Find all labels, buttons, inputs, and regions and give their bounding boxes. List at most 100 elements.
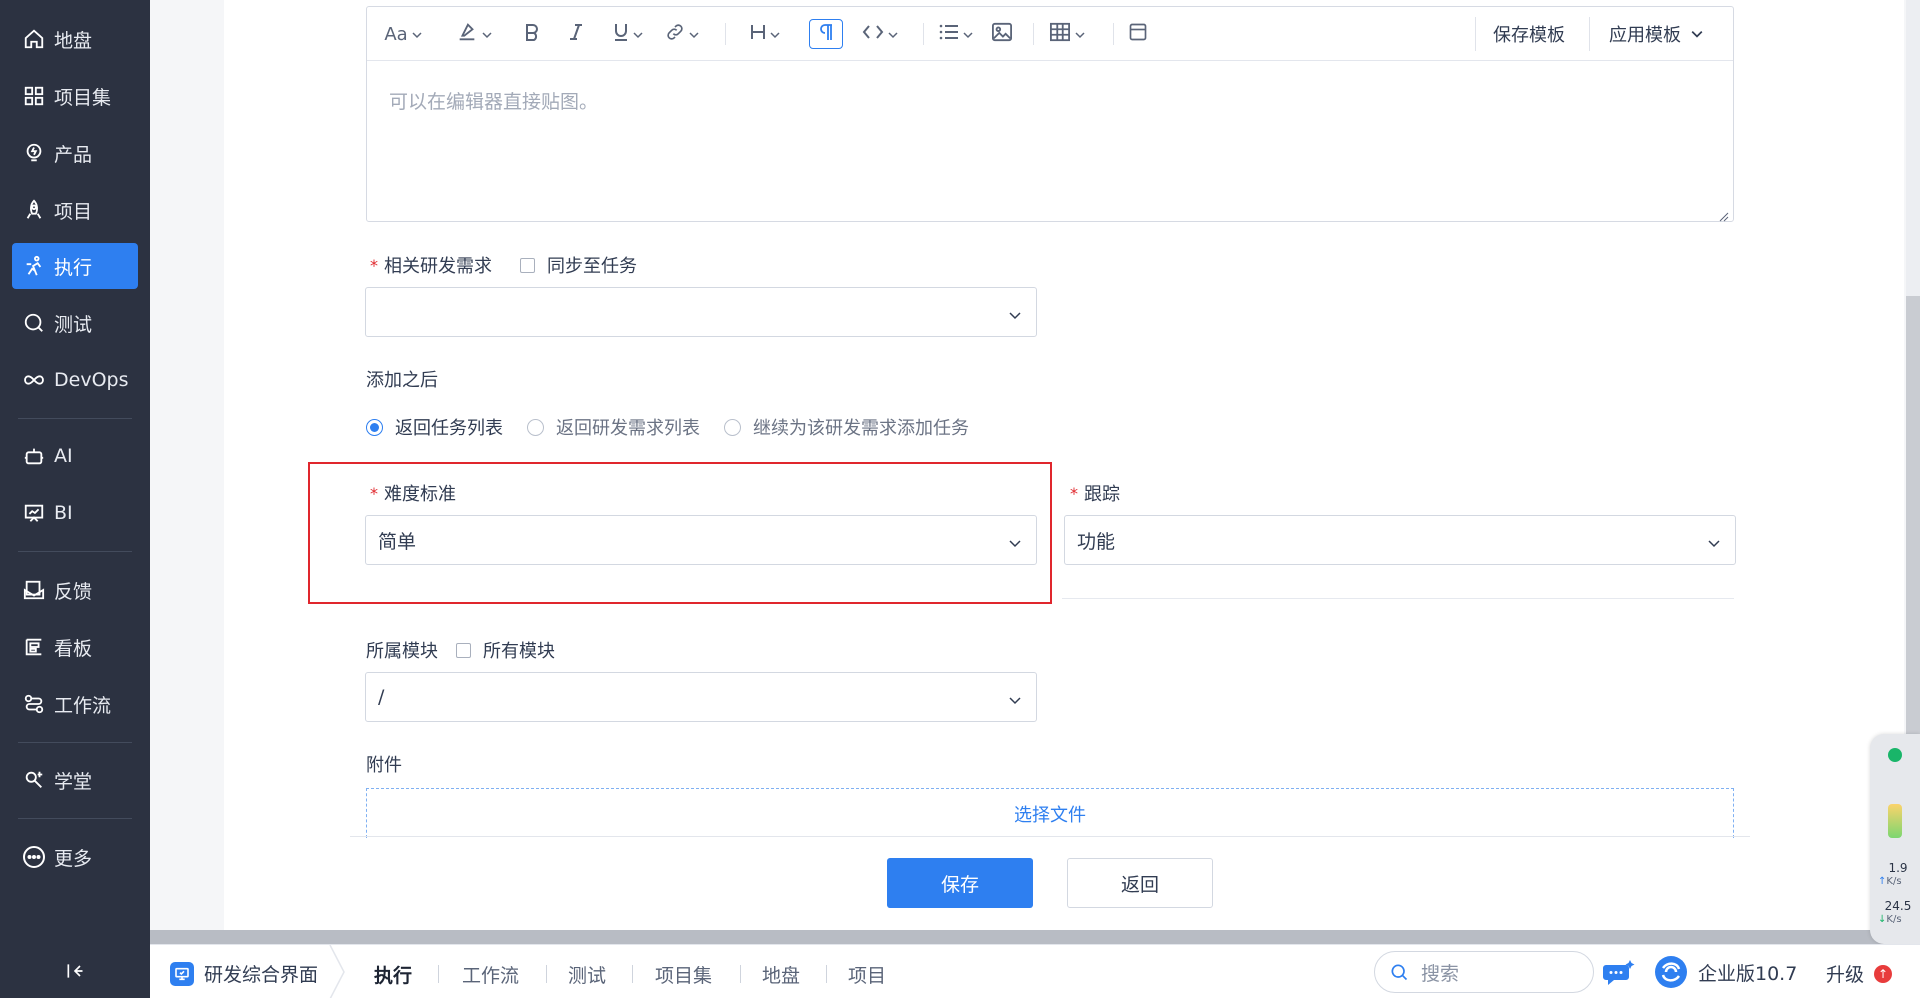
ai-chat-icon[interactable] — [1602, 957, 1638, 987]
sidebar-item-test[interactable]: 测试 — [12, 300, 138, 346]
upgrade-button[interactable]: 升级 ↑ — [1826, 960, 1893, 987]
apply-template-button[interactable]: 应用模板 — [1609, 19, 1703, 49]
chevron-down-icon — [963, 24, 973, 45]
edition-label: 企业版10.7 — [1698, 962, 1798, 985]
choose-file-dropzone[interactable]: 选择文件 — [366, 788, 1734, 838]
toolbar-divider — [725, 23, 726, 45]
all-modules-checkbox[interactable] — [456, 642, 471, 658]
taskbar-tab-workflow[interactable]: 工作流 — [462, 961, 519, 988]
radio-continue-add-task[interactable] — [724, 418, 741, 436]
sidebar-item-label: 测试 — [54, 313, 93, 336]
related-story-label-text: 相关研发需求 — [384, 256, 492, 277]
related-story-select[interactable] — [365, 287, 1037, 337]
chevron-down-icon — [412, 24, 422, 45]
chart-board-icon — [22, 501, 46, 525]
paragraph-icon — [819, 23, 833, 46]
list-icon — [939, 23, 959, 46]
sidebar-item-school[interactable]: 学堂 — [12, 757, 138, 803]
app-switcher[interactable]: 研发综合界面 — [170, 960, 318, 987]
horizontal-scrollbar[interactable] — [150, 930, 1910, 944]
sidebar-item-devops[interactable]: DevOps — [12, 357, 138, 403]
sidebar-item-more[interactable]: 更多 — [12, 834, 138, 880]
tab-divider — [438, 965, 439, 983]
sidebar-item-bi[interactable]: BI — [12, 490, 138, 536]
sync-to-task-checkbox[interactable] — [520, 257, 535, 273]
chevron-down-icon — [888, 24, 898, 45]
sidebar-item-label: 学堂 — [54, 770, 93, 793]
link-button[interactable] — [659, 19, 705, 49]
radio-return-story-list[interactable] — [527, 418, 544, 436]
font-size-button[interactable]: Aa — [381, 19, 425, 49]
difficulty-label: * 难度标准 — [370, 480, 456, 506]
memory-gauge-icon — [1888, 804, 1902, 838]
sidebar-item-dashboard[interactable]: 地盘 — [12, 16, 138, 62]
upload-speed-value: 1.9 — [1888, 861, 1908, 875]
resize-handle-icon[interactable] — [1719, 207, 1729, 222]
sidebar-item-project[interactable]: 项目 — [12, 187, 138, 233]
scroll-clip-line — [350, 836, 1750, 837]
home-icon — [22, 27, 46, 51]
global-search-input[interactable]: 搜索 — [1374, 951, 1594, 993]
radio-return-task-list[interactable] — [366, 418, 383, 436]
table-icon — [1049, 22, 1071, 47]
upgrade-label: 升级 — [1826, 964, 1865, 986]
tracking-select[interactable]: 功能 — [1064, 515, 1736, 565]
underline-icon — [613, 22, 629, 47]
taskbar-tab-execution[interactable]: 执行 — [374, 961, 412, 988]
search-test-icon — [22, 311, 46, 335]
related-story-label: * 相关研发需求 同步至任务 — [370, 252, 637, 278]
bold-button[interactable] — [517, 19, 547, 49]
network-monitor-widget[interactable]: 1.9 ↑K/s 24.5 ↓K/s — [1870, 734, 1920, 944]
rich-text-editor[interactable]: Aa 保存模板 应用模板 可以在编辑器直接贴图。 — [366, 6, 1734, 222]
download-speed-unit: ↓K/s — [1878, 913, 1918, 926]
toolbar-divider — [1113, 23, 1114, 45]
taskbar-tab-project[interactable]: 项目 — [848, 961, 886, 988]
all-modules-label: 所有模块 — [483, 641, 555, 662]
paragraph-button[interactable] — [809, 19, 843, 49]
sidebar-item-ai[interactable]: AI — [12, 433, 138, 479]
list-button[interactable] — [933, 19, 979, 49]
taskbar-tab-dashboard[interactable]: 地盘 — [762, 961, 800, 988]
upload-speed: 1.9 ↑K/s — [1878, 862, 1918, 888]
module-label-text: 所属模块 — [366, 641, 438, 662]
chevron-down-icon — [770, 24, 780, 45]
sidebar-item-program[interactable]: 项目集 — [12, 73, 138, 119]
sidebar-item-workflow[interactable]: 工作流 — [12, 681, 138, 727]
collapse-left-icon[interactable] — [62, 958, 88, 984]
heading-button[interactable] — [743, 19, 787, 49]
sidebar-item-product[interactable]: 产品 — [12, 130, 138, 176]
back-button[interactable]: 返回 — [1067, 858, 1213, 908]
school-icon — [22, 768, 46, 792]
sidebar-item-feedback[interactable]: 反馈 — [12, 567, 138, 613]
zentao-logo-icon — [1655, 956, 1687, 988]
image-button[interactable] — [987, 19, 1017, 49]
save-button[interactable]: 保存 — [887, 858, 1033, 908]
tracking-label-text: 跟踪 — [1084, 484, 1120, 505]
italic-button[interactable] — [561, 19, 591, 49]
toolbar-divider — [1589, 17, 1590, 51]
edition-info[interactable]: 企业版10.7 — [1654, 955, 1797, 989]
sidebar-item-kanban[interactable]: 看板 — [12, 624, 138, 670]
taskbar-tab-program[interactable]: 项目集 — [655, 961, 712, 988]
search-placeholder: 搜索 — [1421, 962, 1460, 985]
taskbar-tab-test[interactable]: 测试 — [568, 961, 606, 988]
difficulty-select[interactable]: 简单 — [365, 515, 1037, 565]
after-add-label: 添加之后 — [366, 370, 438, 391]
upload-speed-unit: ↑K/s — [1878, 875, 1918, 888]
feedback-icon — [22, 578, 46, 602]
fullscreen-button[interactable] — [1123, 19, 1153, 49]
sidebar-item-label: 看板 — [54, 637, 93, 660]
arrow-up-circle-icon: ↑ — [1874, 964, 1893, 983]
section-divider — [1062, 598, 1734, 599]
sidebar-item-execution[interactable]: 执行 — [12, 243, 138, 289]
download-speed-value: 24.5 — [1884, 899, 1912, 913]
save-template-button[interactable]: 保存模板 — [1493, 19, 1565, 49]
code-button[interactable] — [857, 19, 903, 49]
sidebar-item-label: DevOps — [54, 369, 129, 391]
radio-label: 继续为该研发需求添加任务 — [753, 418, 969, 439]
text-color-button[interactable] — [451, 19, 497, 49]
module-select[interactable]: / — [365, 672, 1037, 722]
tracking-value: 功能 — [1077, 530, 1116, 553]
table-button[interactable] — [1043, 19, 1091, 49]
underline-button[interactable] — [605, 19, 651, 49]
